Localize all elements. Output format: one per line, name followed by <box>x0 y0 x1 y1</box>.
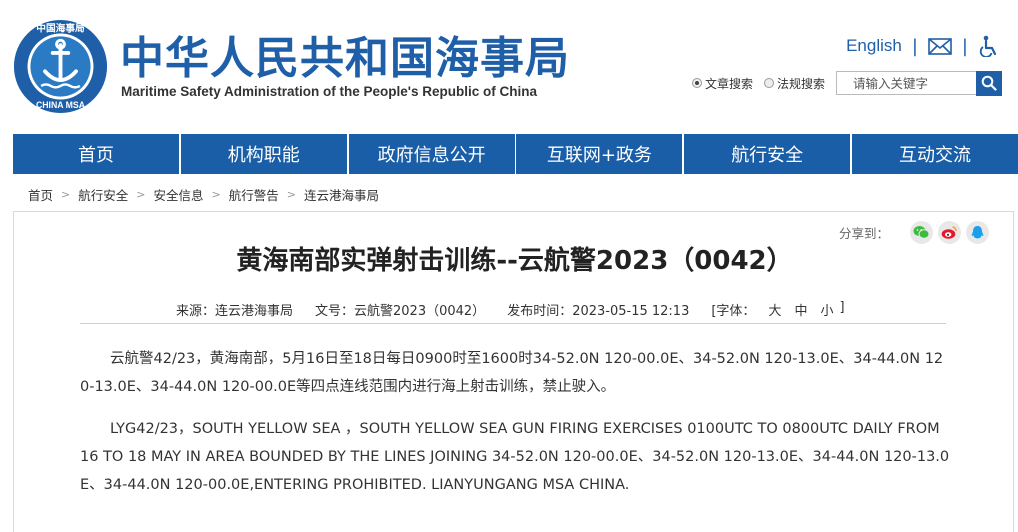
site-header: 中国海事局 CHINA MSA 中华人民共和国海事局 Maritime Safe… <box>0 0 1018 134</box>
font-size-medium-button[interactable]: 中 <box>794 300 807 319</box>
english-link[interactable]: English <box>846 36 902 56</box>
header-tools: English | | <box>846 33 998 59</box>
msa-logo[interactable]: 中国海事局 CHINA MSA <box>12 18 109 115</box>
font-size-bracket: ] <box>839 300 845 315</box>
nav-item-functions[interactable]: 机构职能 <box>180 134 347 174</box>
article-body: 云航警42/23，黄海南部，5月16日至18日每日0900时至1600时34-5… <box>80 345 950 513</box>
nav-item-home[interactable]: 首页 <box>13 134 179 174</box>
breadcrumb-separator: > <box>211 188 221 201</box>
accessibility-icon[interactable] <box>978 35 998 57</box>
article-doc-number: 文号：云航警2023（0042） <box>315 304 486 319</box>
breadcrumb: 首页 > 航行安全 > 安全信息 > 航行警告 > 连云港海事局 <box>28 185 379 204</box>
nav-item-interaction[interactable]: 互动交流 <box>851 134 1018 174</box>
search-input[interactable] <box>836 71 977 95</box>
breadcrumb-navigation-warning[interactable]: 航行警告 <box>229 185 279 204</box>
breadcrumb-separator: > <box>136 188 146 201</box>
nav-item-navigation-safety[interactable]: 航行安全 <box>684 134 851 174</box>
site-title: 中华人民共和国海事局 <box>120 33 570 84</box>
breadcrumb-safety-info[interactable]: 安全信息 <box>153 185 203 204</box>
search-area: 文章搜索 法规搜索 <box>692 70 1003 96</box>
font-size-label: [字体： <box>711 304 756 319</box>
main-nav: 首页 机构职能 政府信息公开 互联网+政务 航行安全 互动交流 <box>13 134 1018 174</box>
svg-text:中国海事局: 中国海事局 <box>36 22 85 35</box>
article-title: 黄海南部实弹射击训练--云航警2023（0042） <box>236 246 793 276</box>
font-size-control: [字体： 大 中 小 ] <box>711 300 850 319</box>
nav-item-internet-gov[interactable]: 互联网+政务 <box>516 134 683 174</box>
mail-icon[interactable] <box>928 37 952 55</box>
svg-text:CHINA MSA: CHINA MSA <box>36 100 86 110</box>
search-icon <box>981 75 997 91</box>
qq-icon <box>971 225 984 238</box>
radio-article-search[interactable]: 文章搜索 <box>692 75 753 92</box>
divider: | <box>911 35 918 57</box>
radio-law-search[interactable]: 法规搜索 <box>764 75 825 92</box>
article-container: 分享到： 黄海南部实弹射击训练--云航警2023（0042） 来源：连云港海事局… <box>13 211 1014 532</box>
article-source: 来源：连云港海事局 <box>176 304 294 319</box>
paragraph-english: LYG42/23，SOUTH YELLOW SEA ，SOUTH YELLOW … <box>80 421 950 493</box>
search-button[interactable] <box>976 70 1003 96</box>
site-title-english: Maritime Safety Administration of the Pe… <box>121 84 538 99</box>
wechat-icon <box>913 226 930 239</box>
nav-item-gov-info[interactable]: 政府信息公开 <box>348 134 515 174</box>
article-publish-time: 发布时间：2023-05-15 12:13 <box>507 304 690 319</box>
radio-indicator <box>764 78 775 88</box>
meta-divider <box>80 323 946 324</box>
radio-selected-indicator <box>692 78 702 88</box>
font-size-large-button[interactable]: 大 <box>768 300 781 319</box>
paragraph-chinese: 云航警42/23，黄海南部，5月16日至18日每日0900时至1600时34-5… <box>80 351 944 395</box>
divider: | <box>961 35 968 57</box>
weibo-icon <box>941 226 957 239</box>
breadcrumb-separator: > <box>286 188 296 201</box>
breadcrumb-home[interactable]: 首页 <box>28 185 53 204</box>
breadcrumb-separator: > <box>61 188 71 201</box>
article-meta: 来源：连云港海事局 文号：云航警2023（0042） 发布时间：2023-05-… <box>176 300 857 319</box>
breadcrumb-navigation-safety[interactable]: 航行安全 <box>78 185 128 204</box>
breadcrumb-lianyungang-msa[interactable]: 连云港海事局 <box>304 185 379 204</box>
font-size-small-button[interactable]: 小 <box>820 300 833 319</box>
